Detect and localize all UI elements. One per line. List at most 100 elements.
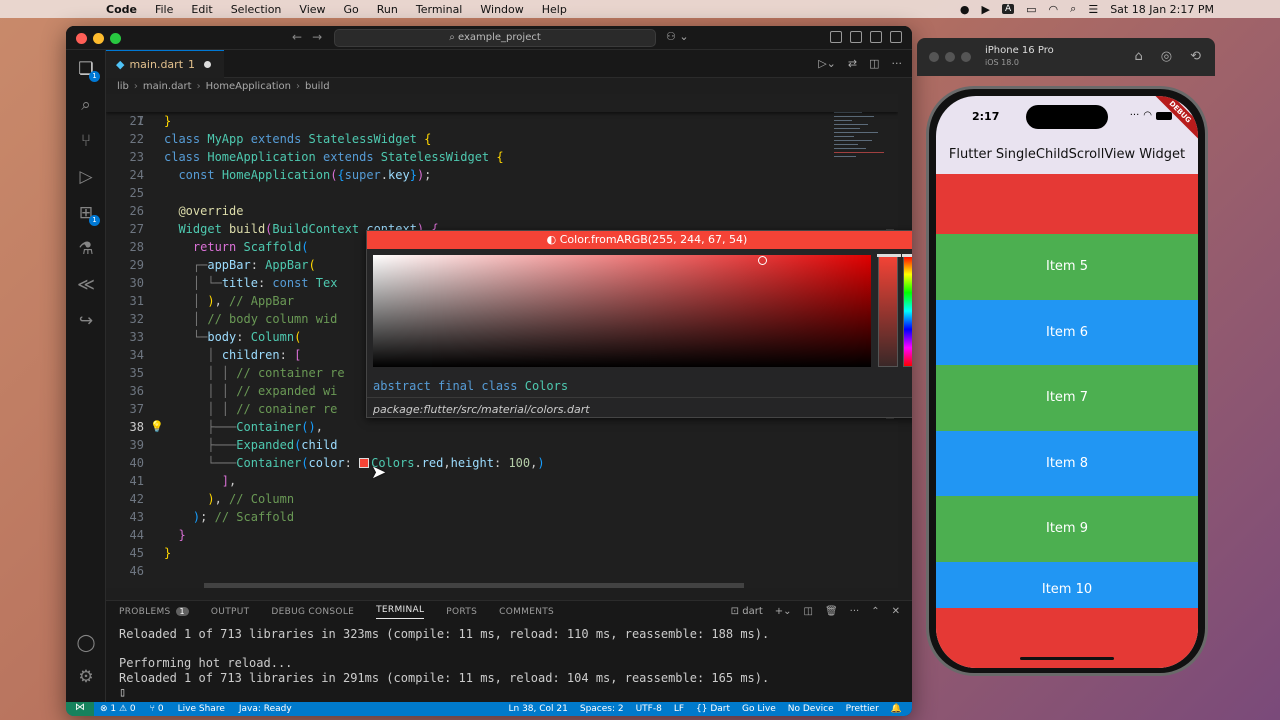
prettier[interactable]: Prettier bbox=[846, 704, 879, 714]
code-line-21[interactable]: 21} bbox=[106, 112, 898, 130]
display-icon[interactable]: ▭ bbox=[1026, 3, 1036, 16]
minimize-window-button[interactable] bbox=[945, 52, 955, 62]
live-share-icon[interactable]: ↪ bbox=[75, 310, 97, 332]
lightbulb-icon[interactable]: 💡 bbox=[150, 418, 164, 436]
menu-run[interactable]: Run bbox=[377, 3, 398, 16]
tab-terminal[interactable]: TERMINAL bbox=[376, 605, 425, 619]
indentation[interactable]: Spaces: 2 bbox=[580, 704, 624, 714]
iphone-screen[interactable]: 2:17 ··· ◠ DEBUG Flutter SingleChildScro… bbox=[936, 96, 1198, 668]
code-line-23[interactable]: 23 class HomeApplication extends Stateles… bbox=[106, 148, 898, 166]
code-line-45[interactable]: 45} bbox=[106, 544, 898, 562]
extensions-icon[interactable]: ⊞ 1 bbox=[75, 202, 100, 226]
tab-main-dart[interactable]: ◆ main.dart 1 bbox=[106, 50, 224, 78]
new-terminal-icon[interactable]: +⌄ bbox=[775, 606, 792, 617]
maximize-panel-icon[interactable]: ⌃ bbox=[871, 606, 879, 617]
close-panel-icon[interactable]: ✕ bbox=[892, 606, 900, 617]
menu-terminal[interactable]: Terminal bbox=[416, 3, 463, 16]
flutter-icon[interactable]: ≪ bbox=[75, 274, 97, 296]
code-line-38[interactable]: 38 💡 ├───Container(), bbox=[106, 418, 898, 436]
trash-icon[interactable]: 🗑 bbox=[825, 606, 838, 617]
terminal-output[interactable]: Reloaded 1 of 713 libraries in 323ms (co… bbox=[119, 627, 769, 700]
accounts-icon[interactable]: ◯ bbox=[75, 632, 97, 654]
code-line-26[interactable]: 26 @override bbox=[106, 202, 898, 220]
opacity-slider-handle[interactable] bbox=[877, 254, 901, 257]
breadcrumb-method[interactable]: build bbox=[305, 81, 330, 92]
menu-edit[interactable]: Edit bbox=[191, 3, 212, 16]
open-changes-icon[interactable]: ⇄ bbox=[848, 57, 857, 70]
close-window-button[interactable] bbox=[76, 33, 87, 44]
list-item[interactable]: Item 5 bbox=[936, 234, 1198, 300]
code-line-43[interactable]: 43 ); // Scaffold bbox=[106, 508, 898, 526]
list-item[interactable]: Item 9 bbox=[936, 496, 1198, 562]
horizontal-scrollbar[interactable] bbox=[204, 583, 744, 588]
rotate-icon[interactable]: ⟲ bbox=[1190, 49, 1201, 64]
more-icon[interactable]: ··· bbox=[850, 606, 860, 617]
minimize-window-button[interactable] bbox=[93, 33, 104, 44]
cursor-position[interactable]: Ln 38, Col 21 bbox=[509, 704, 568, 714]
live-share-status[interactable]: Live Share bbox=[178, 704, 225, 714]
menu-view[interactable]: View bbox=[299, 3, 325, 16]
tab-output[interactable]: OUTPUT bbox=[211, 607, 249, 617]
run-debug-icon[interactable]: ▷ bbox=[75, 166, 97, 188]
tab-debug-console[interactable]: DEBUG CONSOLE bbox=[271, 607, 354, 617]
more-actions-icon[interactable]: ··· bbox=[892, 57, 903, 70]
code-line-44[interactable]: 44 } bbox=[106, 526, 898, 544]
saturation-box[interactable] bbox=[373, 255, 871, 367]
search-icon[interactable]: ⌕ bbox=[75, 94, 97, 116]
copilot-icon[interactable]: ⚇ ⌄ bbox=[666, 30, 689, 43]
close-window-button[interactable] bbox=[929, 52, 939, 62]
ports-status[interactable]: ⑂ 0 bbox=[150, 704, 164, 714]
tab-comments[interactable]: COMMENTS bbox=[499, 607, 554, 617]
go-live[interactable]: Go Live bbox=[742, 704, 776, 714]
list-item-red-top[interactable] bbox=[936, 174, 1198, 234]
opacity-strip[interactable] bbox=[877, 254, 901, 367]
java-status[interactable]: Java: Ready bbox=[239, 704, 292, 714]
scroll-list[interactable]: Item 5 Item 6 Item 7 Item 8 Item 9 Item … bbox=[936, 174, 1198, 668]
breadcrumb-main-dart[interactable]: main.dart bbox=[143, 81, 192, 92]
code-line-25[interactable]: 25 bbox=[106, 184, 898, 202]
toggle-primary-sidebar-icon[interactable] bbox=[830, 31, 842, 43]
testing-icon[interactable]: ⚗ bbox=[75, 238, 97, 260]
list-item[interactable]: Item 8 bbox=[936, 430, 1198, 496]
sticky-scroll-line[interactable]: 7 class MyApp extends StatelessWidget { bbox=[106, 94, 898, 146]
back-arrow-icon[interactable]: ← bbox=[292, 30, 302, 44]
control-center-icon[interactable]: ☰ bbox=[1088, 3, 1098, 16]
list-item[interactable]: Item 6 bbox=[936, 299, 1198, 365]
tab-problems[interactable]: PROBLEMS 1 bbox=[119, 607, 189, 617]
spotlight-icon[interactable]: ⌕ bbox=[1070, 2, 1076, 16]
menu-file[interactable]: File bbox=[155, 3, 173, 16]
saturation-handle[interactable] bbox=[758, 256, 767, 265]
home-indicator[interactable] bbox=[1020, 657, 1114, 660]
play-icon[interactable]: ▶ bbox=[981, 3, 989, 16]
code-line-39[interactable]: 39 ├───Expanded(child bbox=[106, 436, 898, 454]
customize-layout-icon[interactable] bbox=[890, 31, 902, 43]
split-terminal-icon[interactable]: ◫ bbox=[804, 606, 813, 617]
toggle-panel-icon[interactable] bbox=[850, 31, 862, 43]
menu-window[interactable]: Window bbox=[480, 3, 523, 16]
hue-strip[interactable] bbox=[902, 254, 912, 367]
menubar-clock[interactable]: Sat 18 Jan 2:17 PM bbox=[1110, 3, 1214, 16]
forward-arrow-icon[interactable]: → bbox=[312, 30, 322, 44]
encoding[interactable]: UTF-8 bbox=[636, 704, 662, 714]
screenshot-icon[interactable]: ◎ bbox=[1161, 49, 1172, 64]
device-selector[interactable]: No Device bbox=[788, 704, 834, 714]
remote-indicator-icon[interactable]: ⋈ bbox=[66, 702, 94, 716]
code-line-41[interactable]: 41 ], bbox=[106, 472, 898, 490]
zoom-window-button[interactable] bbox=[110, 33, 121, 44]
run-debug-dropdown-icon[interactable]: ▷⌄ bbox=[818, 57, 836, 70]
language-mode[interactable]: {} Dart bbox=[696, 704, 730, 714]
menu-go[interactable]: Go bbox=[344, 3, 359, 16]
zoom-window-button[interactable] bbox=[961, 52, 971, 62]
hue-slider-handle[interactable] bbox=[902, 254, 912, 257]
unsaved-dot-icon[interactable] bbox=[204, 61, 212, 68]
command-center-search[interactable]: ⌕ example_project bbox=[334, 29, 656, 47]
color-picker-header[interactable]: ◐ Color.fromARGB(255, 244, 67, 54) bbox=[367, 231, 912, 249]
manage-gear-icon[interactable]: ⚙ bbox=[75, 666, 97, 688]
wifi-icon[interactable]: ◠ bbox=[1049, 3, 1059, 16]
code-line-46[interactable]: 46 bbox=[106, 562, 898, 580]
code-line-24[interactable]: 24 const HomeApplication({super.key}); bbox=[106, 166, 898, 184]
list-item[interactable]: Item 7 bbox=[936, 365, 1198, 431]
line-ending[interactable]: LF bbox=[674, 704, 684, 714]
explorer-icon[interactable]: ❏ 1 bbox=[75, 58, 100, 82]
tab-ports[interactable]: PORTS bbox=[446, 607, 477, 617]
